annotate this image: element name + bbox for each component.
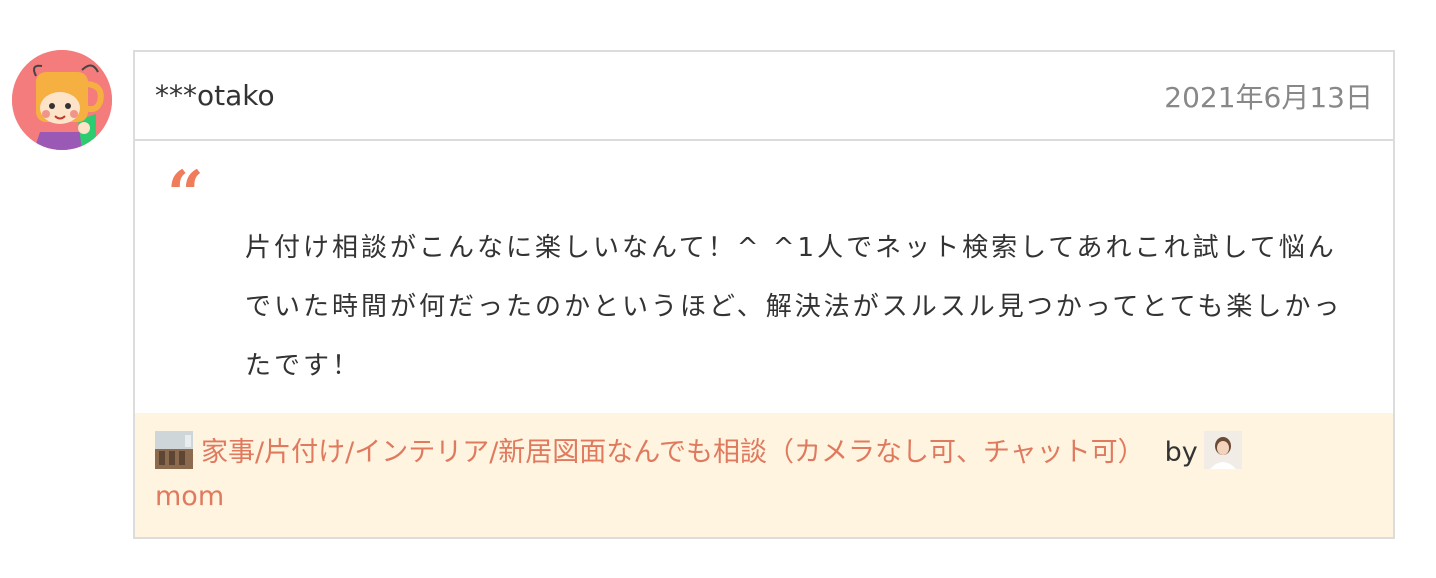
reviewer-name: ***otako xyxy=(155,79,275,112)
cartoon-character-icon xyxy=(12,50,112,150)
review-date: 2021年6月13日 xyxy=(1164,80,1373,114)
author-link[interactable]: mom xyxy=(155,481,224,512)
author-avatar-icon[interactable] xyxy=(1203,431,1242,469)
reviewer-avatar xyxy=(12,50,112,150)
review-body: “ 片付け相談がこんなに楽しいなんて！^ ^1人でネット検索してあれこれ試して悩… xyxy=(135,141,1393,413)
quote-icon: “ xyxy=(167,157,204,232)
review-page: ***otako 2021年6月13日 “ 片付け相談がこんなに楽しいなんて！^… xyxy=(0,0,1436,578)
service-link[interactable]: 家事/片付け/インテリア/新居図面なんでも相談（カメラなし可、チャット可） xyxy=(201,437,1145,468)
service-thumbnail-icon[interactable] xyxy=(155,431,193,469)
service-footer: 家事/片付け/インテリア/新居図面なんでも相談（カメラなし可、チャット可） by … xyxy=(135,413,1393,537)
review-card: ***otako 2021年6月13日 “ 片付け相談がこんなに楽しいなんて！^… xyxy=(133,50,1395,539)
by-label: by xyxy=(1164,437,1198,468)
review-comment: 片付け相談がこんなに楽しいなんて！^ ^1人でネット検索してあれこれ試して悩んで… xyxy=(245,233,1343,381)
review-header: ***otako 2021年6月13日 xyxy=(135,52,1393,141)
